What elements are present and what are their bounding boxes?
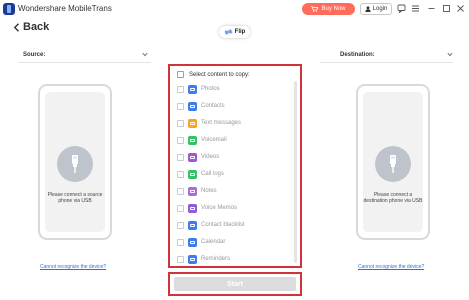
item-label: Photos <box>201 86 220 92</box>
app-logo <box>3 3 15 15</box>
item-label: Text messages <box>201 120 242 126</box>
item-checkbox[interactable] <box>177 238 184 246</box>
usb-cable-icon <box>72 155 78 173</box>
select-content-header: Select content to copy: <box>189 71 250 78</box>
content-item-list: Photos Contacts Text messages Voicemail Vide… <box>170 79 300 267</box>
contact-blacklist-icon <box>188 220 197 230</box>
buy-now-button[interactable]: Buy Now <box>302 3 355 15</box>
destination-phone-screen: Please connect a destination phone via U… <box>363 92 423 232</box>
app-title: Wondershare MobileTrans <box>18 4 112 13</box>
calendar-icon <box>188 237 197 247</box>
voice-memos-icon <box>188 203 197 213</box>
start-button[interactable]: Start <box>174 277 296 291</box>
item-label: Reminders <box>201 256 231 262</box>
videos-icon <box>188 152 197 162</box>
voicemail-icon <box>188 135 197 145</box>
item-label: Calendar <box>201 239 226 245</box>
user-icon <box>365 6 371 12</box>
mobiletrans-window: Wondershare MobileTrans Buy Now Login Ba… <box>0 0 469 300</box>
list-item[interactable]: Voice Memos <box>177 202 237 214</box>
flip-icon <box>224 29 233 35</box>
select-all-checkbox[interactable] <box>177 71 184 78</box>
item-checkbox[interactable] <box>177 119 184 127</box>
back-button[interactable]: Back <box>13 20 49 34</box>
item-checkbox[interactable] <box>177 255 184 263</box>
destination-recognize-link[interactable]: Cannot recognize the device? <box>358 264 424 270</box>
login-label: Login <box>372 6 388 12</box>
source-label: Source: <box>23 52 46 58</box>
select-all-row[interactable]: Select content to copy: <box>177 70 250 79</box>
start-button-frame: Start <box>168 272 302 296</box>
cart-icon <box>311 6 319 12</box>
item-checkbox[interactable] <box>177 170 184 178</box>
content-selection-panel: Select content to copy: Photos Contacts Te… <box>168 64 302 268</box>
list-item[interactable]: Contact blacklist <box>177 219 245 231</box>
contacts-icon <box>188 101 197 111</box>
item-checkbox[interactable] <box>177 204 184 212</box>
buy-now-label: Buy Now <box>321 6 346 12</box>
destination-usb-circle <box>375 146 411 182</box>
list-item[interactable]: Notes <box>177 185 217 197</box>
call-logs-icon <box>188 169 197 179</box>
item-checkbox[interactable] <box>177 187 184 195</box>
destination-phone: Please connect a destination phone via U… <box>356 84 430 240</box>
item-label: Contact blacklist <box>201 222 245 228</box>
flip-label: Flip <box>234 29 246 35</box>
source-connect-message: Please connect a source phone via USB <box>47 192 103 204</box>
minimize-icon[interactable] <box>427 4 436 13</box>
list-item[interactable]: Voicemail <box>177 134 227 146</box>
item-checkbox[interactable] <box>177 102 184 110</box>
notes-icon <box>188 186 197 196</box>
source-recognize-link[interactable]: Cannot recognize the device? <box>40 264 106 270</box>
item-label: Notes <box>201 188 217 194</box>
item-label: Voice Memos <box>201 205 238 211</box>
list-item[interactable]: Calendar <box>177 236 225 248</box>
list-item[interactable]: Text messages <box>177 117 241 129</box>
item-checkbox[interactable] <box>177 153 184 161</box>
title-bar: Wondershare MobileTrans Buy Now Login <box>0 0 469 18</box>
menu-icon[interactable] <box>411 4 420 13</box>
item-checkbox[interactable] <box>177 85 184 93</box>
source-phone-screen: Please connect a source phone via USB <box>45 92 105 232</box>
item-label: Call logs <box>201 171 225 177</box>
photos-icon <box>188 84 197 94</box>
destination-label: Destination: <box>340 52 375 58</box>
list-item[interactable]: Photos <box>177 83 220 95</box>
reminders-icon <box>188 254 197 264</box>
list-item[interactable]: Videos <box>177 151 219 163</box>
flip-button[interactable]: Flip <box>219 26 250 38</box>
item-label: Voicemail <box>201 137 227 143</box>
usb-cable-icon <box>390 155 396 173</box>
close-icon[interactable] <box>456 4 465 13</box>
source-divider <box>18 62 151 63</box>
scrollbar[interactable] <box>294 81 297 263</box>
list-item[interactable]: Contacts <box>177 100 225 112</box>
destination-divider <box>320 62 453 63</box>
list-item[interactable]: Call logs <box>177 168 224 180</box>
maximize-icon[interactable] <box>442 4 451 13</box>
destination-connect-message: Please connect a destination phone via U… <box>363 192 423 204</box>
source-phone: Please connect a source phone via USB <box>38 84 112 240</box>
item-label: Contacts <box>201 103 225 109</box>
text-messages-icon <box>188 118 197 128</box>
chevron-left-icon <box>13 22 19 32</box>
item-checkbox[interactable] <box>177 136 184 144</box>
back-label: Back <box>23 21 50 33</box>
list-item[interactable]: Reminders <box>177 253 230 265</box>
login-button[interactable]: Login <box>360 3 392 15</box>
item-checkbox[interactable] <box>177 221 184 229</box>
destination-dropdown-icon[interactable] <box>447 52 453 57</box>
item-label: Videos <box>201 154 220 160</box>
source-usb-circle <box>57 146 93 182</box>
source-dropdown-icon[interactable] <box>142 52 148 57</box>
feedback-icon[interactable] <box>397 4 406 13</box>
